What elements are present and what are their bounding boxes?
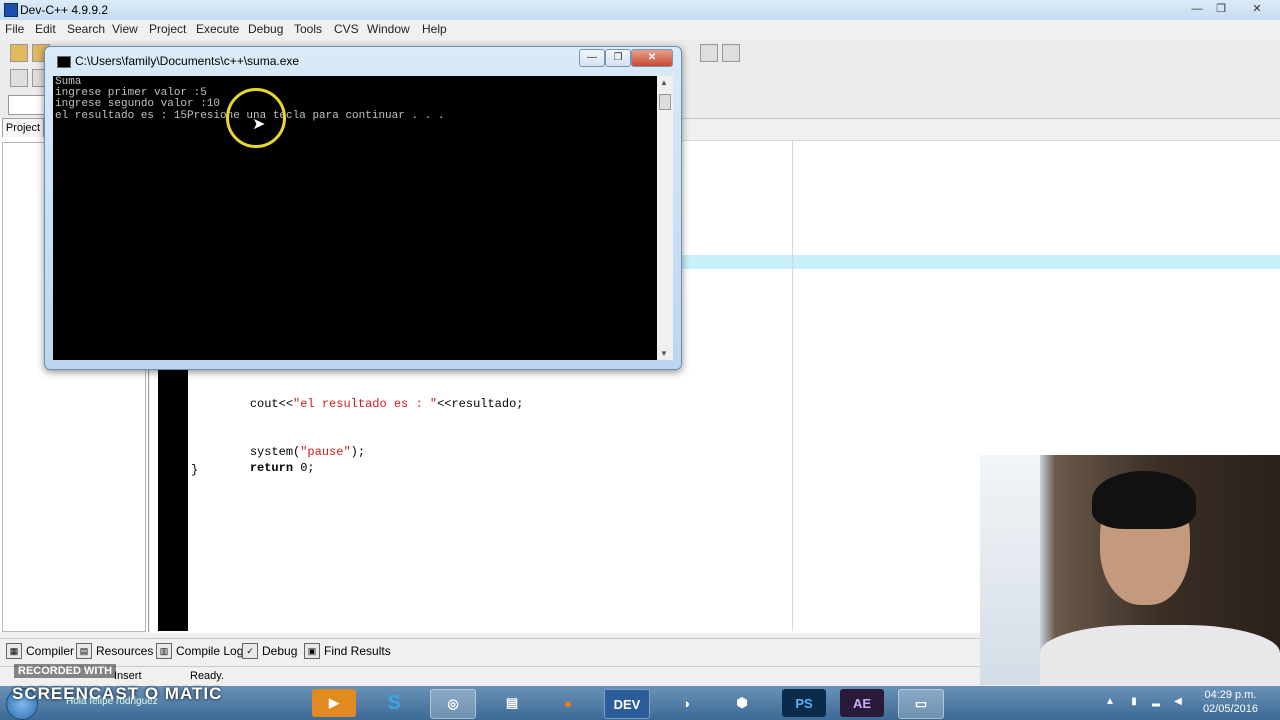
console-app-icon <box>57 56 71 68</box>
compiler-icon: ▦ <box>6 643 22 659</box>
code-line-return: return 0; <box>221 447 315 489</box>
code-keyword: return <box>249 461 294 475</box>
mouse-pointer-icon: ➤ <box>252 116 266 133</box>
code-token: ); <box>350 445 366 459</box>
tab-label: Compile Log <box>176 644 244 658</box>
console-window[interactable]: C:\Users\family\Documents\c++\suma.exe —… <box>44 46 682 370</box>
tab-compile-log[interactable]: ▥ Compile Log <box>156 643 243 659</box>
tab-label: Resources <box>96 644 154 658</box>
network-icon[interactable]: ▂ <box>1150 696 1162 708</box>
menu-project[interactable]: Project <box>149 22 186 36</box>
tab-label: Compiler <box>26 644 75 658</box>
status-state: Ready. <box>190 670 225 682</box>
tab-compiler[interactable]: ▦ Compiler <box>6 643 74 659</box>
menu-help[interactable]: Help <box>422 22 447 36</box>
tray-expand-icon[interactable]: ▲ <box>1104 696 1116 708</box>
menu-execute[interactable]: Execute <box>196 22 239 36</box>
check-icon: ✓ <box>242 643 258 659</box>
find-icon: ▣ <box>304 643 320 659</box>
windows-taskbar: RECORDED WITH SCREENCAST O MATIC Hola fe… <box>0 664 1280 720</box>
code-string: "el resultado es : " <box>293 397 438 411</box>
after-effects-icon[interactable]: AE <box>840 689 884 717</box>
battery-icon[interactable]: ▮ <box>1128 696 1140 708</box>
console-output[interactable]: Suma ingrese primer valor :5 ingrese seg… <box>53 76 657 360</box>
clock-date: 02/05/2016 <box>1202 703 1258 715</box>
virtualbox-icon[interactable]: ⬢ <box>720 689 764 717</box>
toolbar-button-icon[interactable] <box>722 44 740 62</box>
bottom-tabs: ▦ Compiler ▤ Resources ▥ Compile Log ✓ Debug… <box>0 638 980 663</box>
skype-icon[interactable]: S <box>372 689 416 717</box>
menu-file[interactable]: File <box>5 22 24 36</box>
explorer-icon[interactable]: ◎ <box>430 689 476 719</box>
right-margin-line <box>792 141 793 631</box>
window-switch-icon[interactable]: ▭ <box>898 689 944 719</box>
menu-tools[interactable]: Tools <box>294 22 322 36</box>
new-file-icon[interactable] <box>10 44 28 62</box>
tab-resources[interactable]: ▤ Resources <box>76 643 153 659</box>
menu-search[interactable]: Search <box>67 22 105 36</box>
menu-window[interactable]: Window <box>367 22 410 36</box>
taskbar-hint: Hola felipe rodriguez <box>66 696 158 707</box>
tab-label: Find Results <box>324 644 391 658</box>
menu-view[interactable]: View <box>112 22 138 36</box>
webcam-person-shirt <box>1040 625 1280 685</box>
menu-debug[interactable]: Debug <box>248 22 283 36</box>
file-manager-icon[interactable]: ▤ <box>490 689 534 717</box>
console-close-button[interactable]: ✕ <box>631 49 673 67</box>
menu-cvs[interactable]: CVS <box>334 22 359 36</box>
firefox-icon[interactable]: ● <box>546 689 590 717</box>
minimize-button[interactable]: — <box>1186 2 1208 17</box>
menu-bar: File Edit Search View Project Execute De… <box>0 20 1280 38</box>
chart-icon: ▥ <box>156 643 172 659</box>
console-title: C:\Users\family\Documents\c++\suma.exe <box>75 54 300 68</box>
code-token: 0; <box>293 461 315 475</box>
recorded-with-label: RECORDED WITH <box>14 664 117 678</box>
console-minimize-button[interactable]: — <box>579 49 605 67</box>
tab-project[interactable]: Project <box>2 118 44 137</box>
console-maximize-button[interactable]: ❐ <box>605 49 631 67</box>
status-mode: Insert <box>114 670 142 682</box>
tab-debug[interactable]: ✓ Debug <box>242 643 297 659</box>
class-combo[interactable] <box>8 95 46 115</box>
devcpp-app-icon <box>4 3 18 17</box>
photoshop-icon[interactable]: PS <box>782 689 826 717</box>
resources-icon: ▤ <box>76 643 92 659</box>
code-line-brace: } <box>191 463 199 477</box>
tab-label: Debug <box>262 644 298 658</box>
code-token: cout<< <box>249 397 294 411</box>
code-token: <<resultado; <box>437 397 524 411</box>
system-clock[interactable]: 04:29 p.m. 02/05/2016 <box>1203 688 1258 716</box>
clock-time: 04:29 p.m. <box>1204 689 1257 701</box>
grid-icon[interactable] <box>10 69 28 87</box>
devcpp-taskbar-icon[interactable]: DEV <box>604 689 650 719</box>
scroll-down-icon[interactable]: ▼ <box>660 349 668 358</box>
menu-edit[interactable]: Edit <box>35 22 56 36</box>
scroll-up-icon[interactable]: ▲ <box>660 78 668 87</box>
maximize-button[interactable]: ❐ <box>1210 2 1232 17</box>
webcam-person-hair <box>1092 471 1196 529</box>
tab-find-results[interactable]: ▣ Find Results <box>304 643 391 659</box>
webcam-background-window <box>980 455 1040 685</box>
console-line: ingrese segundo valor :10 <box>55 98 221 110</box>
webcam-overlay <box>980 455 1280 685</box>
media-player-icon[interactable]: ▶ <box>312 689 356 717</box>
volume-icon[interactable]: ◀ <box>1172 696 1184 708</box>
ide-title-bar: Dev-C++ 4.9.9.2 — ❐ ✕ <box>0 0 1280 20</box>
toolbar-button-icon[interactable] <box>700 44 718 62</box>
console-scrollbar[interactable]: ▲ ▼ <box>657 76 673 360</box>
scroll-thumb[interactable] <box>659 94 671 110</box>
ide-title: Dev-C++ 4.9.9.2 <box>20 3 109 17</box>
eclipse-icon[interactable]: ◑ <box>664 689 708 717</box>
code-line-cout: cout<<"el resultado es : "<<resultado; <box>221 383 524 425</box>
close-button[interactable]: ✕ <box>1246 2 1268 17</box>
